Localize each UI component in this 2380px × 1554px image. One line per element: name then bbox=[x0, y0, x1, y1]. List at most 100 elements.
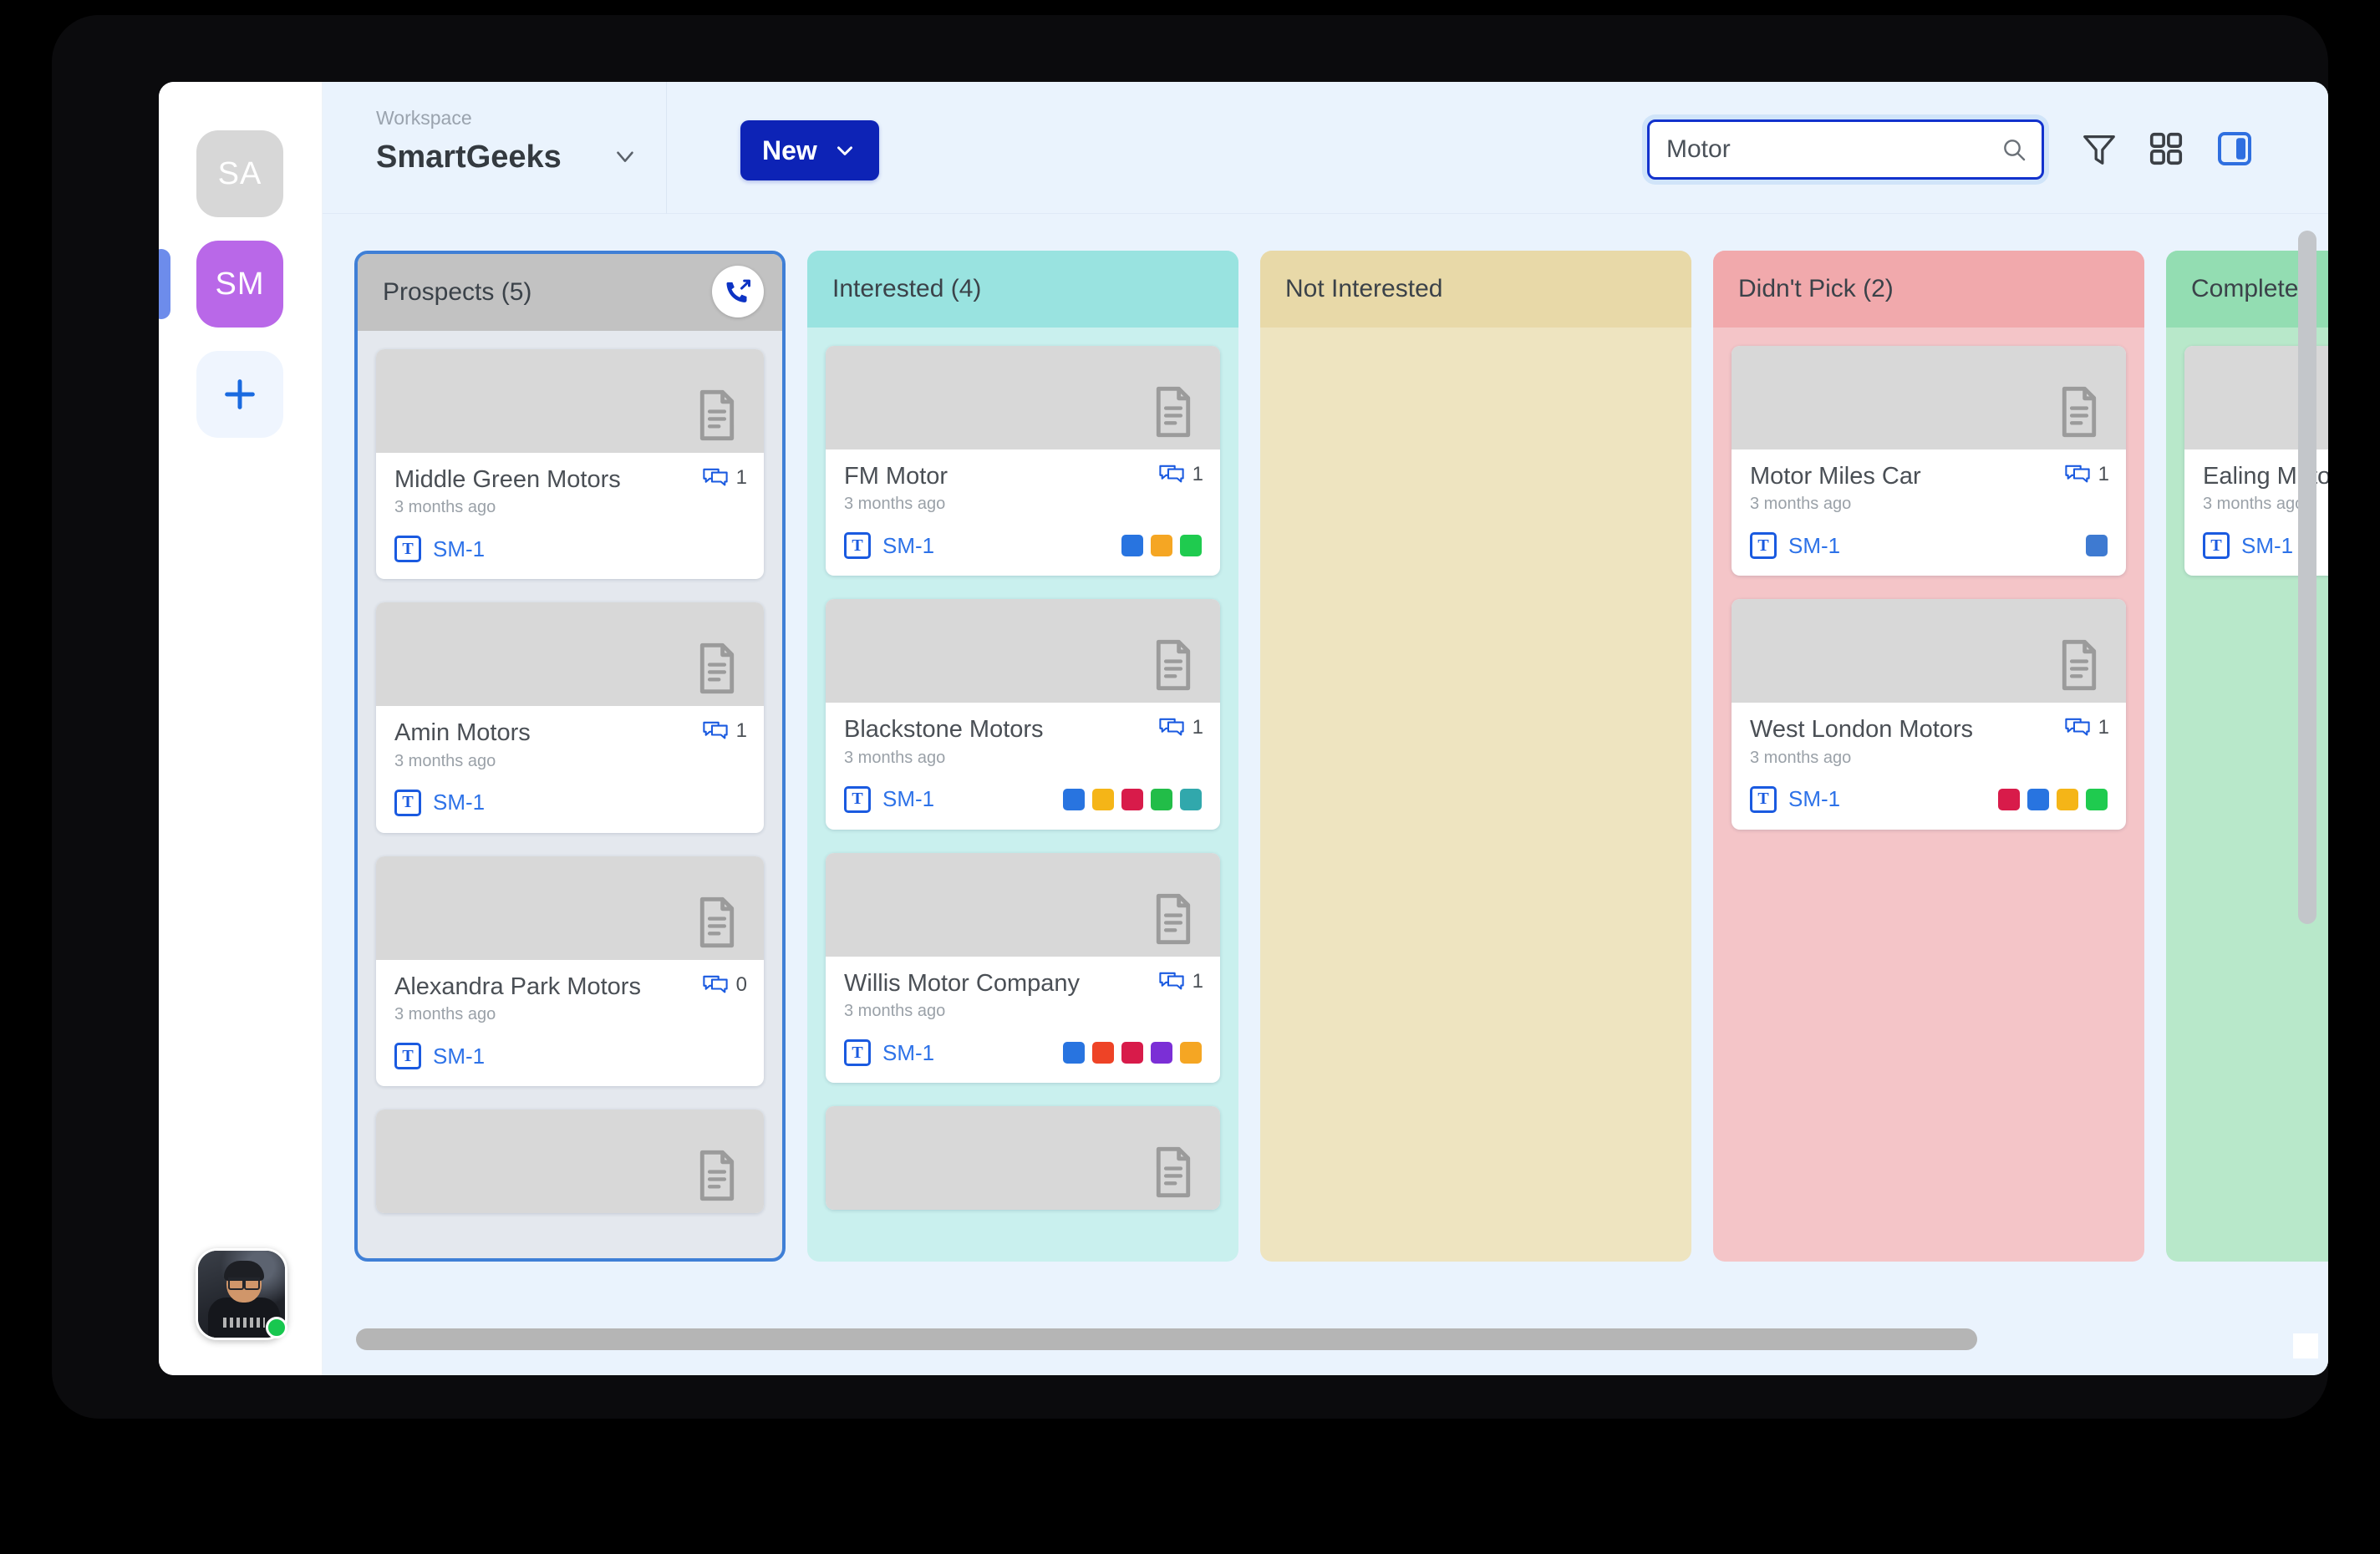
online-status-dot bbox=[266, 1317, 287, 1338]
card-label-chips bbox=[1998, 788, 2108, 810]
column-call-button[interactable] bbox=[712, 266, 764, 317]
card-tag-label: SM-1 bbox=[882, 786, 935, 812]
card-tag[interactable]: T SM-1 bbox=[844, 532, 935, 560]
column-header: Not Interested bbox=[1260, 251, 1691, 328]
document-icon bbox=[1156, 893, 1191, 944]
card-thumbnail bbox=[826, 346, 1220, 449]
document-icon bbox=[699, 643, 735, 694]
card-comment-count: 1 bbox=[1192, 716, 1203, 739]
filter-button[interactable] bbox=[2071, 120, 2128, 177]
card-tag-label: SM-1 bbox=[882, 532, 935, 558]
board-columns: Prospects (5) Middle Green Motors 3 months… bbox=[354, 251, 2328, 1262]
card-thumbnail bbox=[376, 856, 764, 960]
card-label-chips bbox=[2086, 535, 2108, 557]
card-body: Alexandra Park Motors 3 months ago 0 T SM-1 bbox=[376, 960, 764, 1086]
text-type-icon: T bbox=[844, 785, 871, 813]
card-footer: T SM-1 bbox=[1750, 532, 2108, 560]
board-card[interactable]: Amin Motors 3 months ago 1 T SM-1 bbox=[376, 602, 764, 833]
workspace-selector[interactable]: Workspace SmartGeeks bbox=[348, 82, 667, 214]
card-tag[interactable]: T SM-1 bbox=[2203, 532, 2293, 560]
workspace-name: SmartGeeks bbox=[376, 140, 562, 175]
card-comment-indicator[interactable]: 1 bbox=[702, 719, 747, 743]
board-card[interactable]: Motor Miles Car 3 months ago 1 T SM-1 bbox=[1732, 346, 2126, 576]
board-column[interactable]: Interested (4) FM Motor 3 months ago 1 T SM-1… bbox=[807, 251, 1238, 1262]
grid-view-button[interactable] bbox=[2138, 120, 2194, 177]
card-thumbnail bbox=[826, 852, 1220, 957]
card-label-chip bbox=[2086, 788, 2108, 810]
kanban-board[interactable]: Prospects (5) Middle Green Motors 3 months… bbox=[323, 214, 2328, 1375]
workspace-avatar-sa[interactable]: SA bbox=[196, 130, 283, 217]
card-footer: T SM-1 bbox=[394, 536, 745, 563]
board-view-button[interactable] bbox=[2206, 120, 2263, 177]
text-type-icon: T bbox=[844, 532, 871, 560]
board-card[interactable]: Willis Motor Company 3 months ago 1 T SM-1 bbox=[826, 852, 1220, 1084]
board-column[interactable]: Prospects (5) Middle Green Motors 3 months… bbox=[354, 251, 786, 1262]
board-card[interactable]: FM Motor 3 months ago 1 T SM-1 bbox=[826, 346, 1220, 576]
vertical-scrollbar[interactable] bbox=[2298, 231, 2316, 924]
document-icon bbox=[1156, 1146, 1191, 1198]
board-card[interactable]: Middle Green Motors 3 months ago 1 T SM-1 bbox=[376, 349, 764, 580]
card-tag[interactable]: T SM-1 bbox=[394, 789, 485, 816]
workspace-avatar-sa-label: SA bbox=[217, 155, 262, 191]
column-header: Didn't Pick (2) bbox=[1713, 251, 2144, 328]
board-view-icon bbox=[2218, 132, 2251, 165]
card-comment-count: 1 bbox=[1192, 463, 1203, 485]
card-comment-indicator[interactable]: 1 bbox=[702, 466, 747, 490]
workspace-avatar-sm[interactable]: SM bbox=[196, 241, 283, 328]
workspace-rail: SA SM bbox=[159, 82, 323, 1375]
app-header: Workspace SmartGeeks New bbox=[323, 82, 2328, 214]
search-icon[interactable] bbox=[2001, 136, 2027, 163]
board-card[interactable]: Alexandra Park Motors 3 months ago 0 T SM-1 bbox=[376, 856, 764, 1087]
add-workspace-button[interactable] bbox=[196, 351, 283, 438]
device-frame: SA SM Workspace SmartGeeks New Motor Pro… bbox=[52, 15, 2328, 1419]
card-comment-indicator[interactable]: 1 bbox=[2064, 716, 2109, 739]
column-title: Not Interested bbox=[1285, 275, 1443, 302]
text-type-icon: T bbox=[844, 1039, 871, 1067]
card-label-chip bbox=[2057, 788, 2078, 810]
card-label-chip bbox=[1151, 535, 1172, 557]
column-title: Interested (4) bbox=[832, 275, 982, 302]
card-tag-label: SM-1 bbox=[433, 536, 486, 561]
search-input[interactable] bbox=[1647, 119, 2044, 180]
card-comment-indicator[interactable]: 1 bbox=[2064, 463, 2109, 486]
comment-icon bbox=[702, 722, 728, 739]
card-tag[interactable]: T SM-1 bbox=[394, 1043, 485, 1070]
column-body: Middle Green Motors 3 months ago 1 T SM-1 Ami… bbox=[358, 331, 782, 1214]
board-column[interactable]: Not Interested bbox=[1260, 251, 1691, 1262]
search-box bbox=[1647, 119, 2044, 180]
card-tag[interactable]: T SM-1 bbox=[394, 536, 486, 563]
board-card[interactable] bbox=[376, 1110, 764, 1214]
document-icon bbox=[1156, 386, 1191, 438]
document-icon bbox=[699, 389, 735, 441]
new-button-label: New bbox=[762, 135, 817, 165]
column-title: Completed bbox=[2191, 275, 2313, 302]
card-comment-count: 1 bbox=[735, 466, 747, 489]
card-comment-indicator[interactable]: 0 bbox=[702, 973, 747, 997]
card-tag[interactable]: T SM-1 bbox=[1750, 532, 1840, 560]
card-timestamp: 3 months ago bbox=[1750, 495, 1852, 514]
card-title: Alexandra Park Motors bbox=[394, 973, 641, 1000]
new-button[interactable]: New bbox=[740, 120, 879, 180]
plus-icon bbox=[225, 379, 255, 409]
board-card[interactable] bbox=[826, 1106, 1220, 1211]
column-title: Prospects (5) bbox=[383, 278, 532, 306]
card-footer: T SM-1 bbox=[394, 1043, 745, 1070]
card-tag[interactable]: T SM-1 bbox=[844, 785, 935, 813]
board-column[interactable]: Didn't Pick (2) Motor Miles Car 3 months a… bbox=[1713, 251, 2144, 1262]
document-icon bbox=[2062, 386, 2097, 438]
card-comment-indicator[interactable]: 1 bbox=[1158, 716, 1203, 739]
card-body: Motor Miles Car 3 months ago 1 T SM-1 bbox=[1732, 449, 2126, 576]
card-comment-indicator[interactable]: 1 bbox=[1158, 463, 1203, 486]
card-tag[interactable]: T SM-1 bbox=[844, 1039, 934, 1067]
card-thumbnail bbox=[376, 602, 764, 707]
card-title: West London Motors bbox=[1750, 716, 1974, 744]
card-thumbnail bbox=[826, 599, 1220, 703]
card-comment-indicator[interactable]: 1 bbox=[1158, 970, 1203, 993]
board-card[interactable]: Blackstone Motors 3 months ago 1 T SM-1 bbox=[826, 599, 1220, 830]
card-label-chip bbox=[1063, 1042, 1085, 1064]
board-card[interactable]: West London Motors 3 months ago 1 T SM-1 bbox=[1732, 599, 2126, 830]
column-body bbox=[1260, 328, 1691, 962]
horizontal-scrollbar[interactable] bbox=[356, 1328, 1977, 1350]
card-title: Amin Motors bbox=[394, 719, 531, 747]
card-tag[interactable]: T SM-1 bbox=[1750, 785, 1840, 813]
